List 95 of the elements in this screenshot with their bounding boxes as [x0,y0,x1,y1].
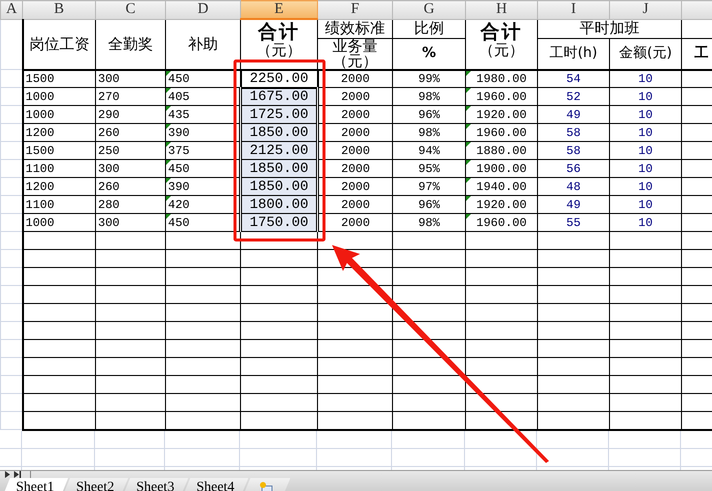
table-header-cell: 合计 （元） [466,19,538,70]
column-header[interactable]: H [466,0,538,19]
sheet-tab[interactable]: Sheet3 [122,478,188,491]
table-cell: 1000 [22,214,96,232]
column-header[interactable]: F [318,0,392,19]
table-cell: 1850.00 [240,160,318,178]
table-cell: 1960.00 [466,214,538,232]
table-cell: 1880.00 [466,142,538,160]
table-cell: 1200 [22,178,96,196]
table-cell: 1960.00 [466,88,538,106]
table-cell: 300 [96,160,166,178]
table-header-cell: 工时(h) [538,38,610,70]
table-cell: 10 [610,106,682,124]
sheet-tab[interactable]: Sheet2 [62,478,128,491]
table-cell: 2000 [318,214,392,232]
table-cell: 1000 [22,106,96,124]
table-cell: 1100 [22,160,96,178]
table-header-cell: 金额(元) [610,38,682,70]
table-header-cell: 绩效标准 [318,19,392,38]
table-header-cell: 平时加班 [538,19,682,38]
table-cell: 2000 [318,88,392,106]
last-sheet-icon[interactable] [14,471,21,478]
column-header[interactable]: E [240,0,318,19]
next-sheet-icon[interactable] [5,471,10,478]
table-cell: 300 [96,70,166,88]
table-cell: 1000 [22,88,96,106]
table-cell: 1500 [22,142,96,160]
table-cell: 250 [96,142,166,160]
table-cell: 52 [538,88,610,106]
table-cell: 55 [538,214,610,232]
table-cell: 2000 [318,160,392,178]
table-cell: 48 [538,178,610,196]
table-cell: 49 [538,196,610,214]
table-cell: 1960.00 [466,124,538,142]
column-header[interactable]: J [610,0,682,19]
table-cell: 280 [96,196,166,214]
table-cell: 97% [392,178,466,196]
table-cell: 95% [392,160,466,178]
column-header[interactable]: I [538,0,610,19]
table-cell: 1850.00 [240,124,318,142]
column-header[interactable]: A [0,0,22,19]
table-cell: 2000 [318,124,392,142]
table-cell: 10 [610,178,682,196]
table-cell: 2000 [318,142,392,160]
table-cell: 1850.00 [240,178,318,196]
table-cell: 10 [610,160,682,178]
table-cell: 96% [392,196,466,214]
column-header[interactable]: C [96,0,166,19]
table-cell: 1900.00 [466,160,538,178]
table-cell: 1725.00 [240,106,318,124]
table-cell: 96% [392,106,466,124]
table-cell: 1920.00 [466,196,538,214]
table-cell: 10 [610,196,682,214]
table-cell: 98% [392,88,466,106]
table-cell: 300 [96,214,166,232]
table-cell: 10 [610,88,682,106]
table-cell: 10 [610,142,682,160]
table-cell: 2000 [318,70,392,88]
table-cell: 99% [392,70,466,88]
table-cell: 270 [96,88,166,106]
column-header[interactable]: D [166,0,240,19]
table-cell: 58 [538,124,610,142]
table-header-cell: 全勤奖 [96,19,166,70]
table-cell: 260 [96,124,166,142]
table-cell: 54 [538,70,610,88]
table-cell: 1800.00 [240,196,318,214]
table-cell: 56 [538,160,610,178]
column-header[interactable]: G [392,0,466,19]
table-header-cell: 补助 [166,19,240,70]
table-cell: 49 [538,106,610,124]
table-cell: 260 [96,178,166,196]
table-cell: 2000 [318,106,392,124]
table-cell: 1500 [22,70,96,88]
table-cell: 98% [392,214,466,232]
table-cell: 2000 [318,196,392,214]
table-cell: 1750.00 [240,214,318,232]
table-cell: 1940.00 [466,178,538,196]
table-cell: 94% [392,142,466,160]
table-cell: 10 [610,124,682,142]
table-cell: 2000 [318,178,392,196]
table-cell: 1920.00 [466,106,538,124]
table-header-cell: 比例 [392,19,466,38]
table-header-cell: 业务量 （元） [318,38,392,70]
column-header[interactable]: B [22,0,96,19]
table-cell: 1980.00 [466,70,538,88]
table-header-cell: 岗位工资 [22,19,96,70]
table-cell: 1200 [22,124,96,142]
table-cell: 1100 [22,196,96,214]
table-cell: 10 [610,214,682,232]
table-cell: 58 [538,142,610,160]
table-cell: 10 [610,70,682,88]
table-cell: 2125.00 [240,142,318,160]
table-cell: 290 [96,106,166,124]
sheet-tab[interactable]: Sheet1 [2,478,68,491]
table-cell: 98% [392,124,466,142]
